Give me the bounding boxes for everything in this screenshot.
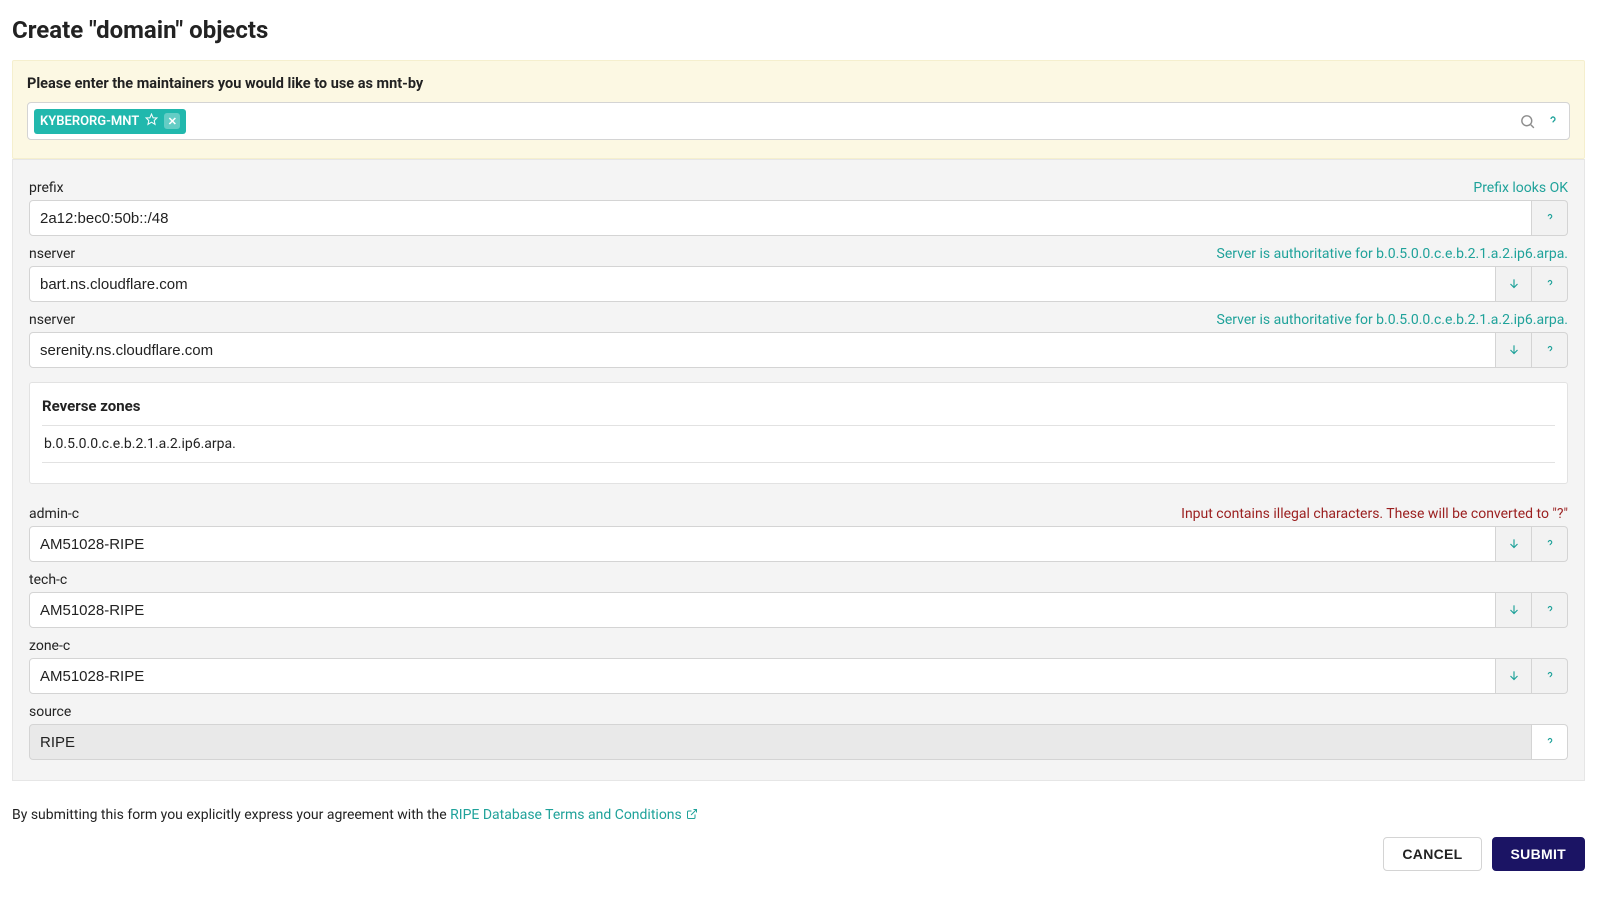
terms-link[interactable]: RIPE Database Terms and Conditions bbox=[450, 807, 698, 823]
help-icon[interactable] bbox=[1532, 658, 1568, 694]
nserver2-label: nserver bbox=[29, 312, 75, 328]
field-tech-c: tech-c bbox=[29, 572, 1568, 628]
terms-text: By submitting this form you explicitly e… bbox=[12, 807, 1585, 823]
remove-tag-icon[interactable]: ✕ bbox=[164, 113, 180, 129]
page-title: Create "domain" objects bbox=[12, 16, 1585, 44]
help-icon[interactable] bbox=[1532, 332, 1568, 368]
maintainer-tag-label: KYBERORG-MNT bbox=[40, 114, 139, 129]
copy-down-icon[interactable] bbox=[1496, 592, 1532, 628]
search-icon[interactable] bbox=[1517, 111, 1537, 131]
submit-button[interactable]: SUBMIT bbox=[1492, 837, 1585, 871]
help-icon[interactable] bbox=[1532, 592, 1568, 628]
reverse-zone-item: b.0.5.0.0.c.e.b.2.1.a.2.ip6.arpa. bbox=[42, 425, 1555, 463]
cancel-button[interactable]: CANCEL bbox=[1383, 837, 1481, 871]
mntby-input[interactable]: KYBERORG-MNT ✕ bbox=[27, 102, 1570, 140]
source-label: source bbox=[29, 704, 71, 720]
nserver2-input[interactable] bbox=[29, 332, 1496, 368]
techc-input[interactable] bbox=[29, 592, 1496, 628]
copy-down-icon[interactable] bbox=[1496, 526, 1532, 562]
help-icon[interactable] bbox=[1543, 111, 1563, 131]
zonec-input[interactable] bbox=[29, 658, 1496, 694]
form-actions: CANCEL SUBMIT bbox=[12, 837, 1585, 871]
help-icon[interactable] bbox=[1532, 724, 1568, 760]
field-source: source bbox=[29, 704, 1568, 760]
prefix-hint: Prefix looks OK bbox=[1473, 180, 1568, 196]
source-input bbox=[29, 724, 1532, 760]
reverse-zones-block: Reverse zones b.0.5.0.0.c.e.b.2.1.a.2.ip… bbox=[29, 382, 1568, 484]
form-area: prefix Prefix looks OK nserver Server is… bbox=[12, 159, 1585, 781]
adminc-hint: Input contains illegal characters. These… bbox=[1181, 506, 1568, 522]
reverse-zones-title: Reverse zones bbox=[42, 397, 1555, 415]
nserver1-label: nserver bbox=[29, 246, 75, 262]
mntby-label: Please enter the maintainers you would l… bbox=[27, 75, 1570, 92]
copy-down-icon[interactable] bbox=[1496, 266, 1532, 302]
mntby-panel: Please enter the maintainers you would l… bbox=[12, 60, 1585, 159]
prefix-input[interactable] bbox=[29, 200, 1532, 236]
nserver2-hint: Server is authoritative for b.0.5.0.0.c.… bbox=[1217, 312, 1568, 328]
field-nserver-1: nserver Server is authoritative for b.0.… bbox=[29, 246, 1568, 302]
help-icon[interactable] bbox=[1532, 266, 1568, 302]
prefix-label: prefix bbox=[29, 180, 64, 196]
field-zone-c: zone-c bbox=[29, 638, 1568, 694]
maintainer-tag: KYBERORG-MNT ✕ bbox=[34, 109, 186, 134]
nserver1-hint: Server is authoritative for b.0.5.0.0.c.… bbox=[1217, 246, 1568, 262]
field-prefix: prefix Prefix looks OK bbox=[29, 180, 1568, 236]
adminc-label: admin-c bbox=[29, 506, 79, 522]
external-link-icon bbox=[686, 808, 698, 820]
field-admin-c: admin-c Input contains illegal character… bbox=[29, 506, 1568, 562]
nserver1-input[interactable] bbox=[29, 266, 1496, 302]
copy-down-icon[interactable] bbox=[1496, 658, 1532, 694]
help-icon[interactable] bbox=[1532, 200, 1568, 236]
help-icon[interactable] bbox=[1532, 526, 1568, 562]
star-icon[interactable] bbox=[145, 113, 158, 130]
techc-label: tech-c bbox=[29, 572, 67, 588]
zonec-label: zone-c bbox=[29, 638, 70, 654]
adminc-input[interactable] bbox=[29, 526, 1496, 562]
copy-down-icon[interactable] bbox=[1496, 332, 1532, 368]
terms-prefix: By submitting this form you explicitly e… bbox=[12, 807, 450, 823]
field-nserver-2: nserver Server is authoritative for b.0.… bbox=[29, 312, 1568, 368]
